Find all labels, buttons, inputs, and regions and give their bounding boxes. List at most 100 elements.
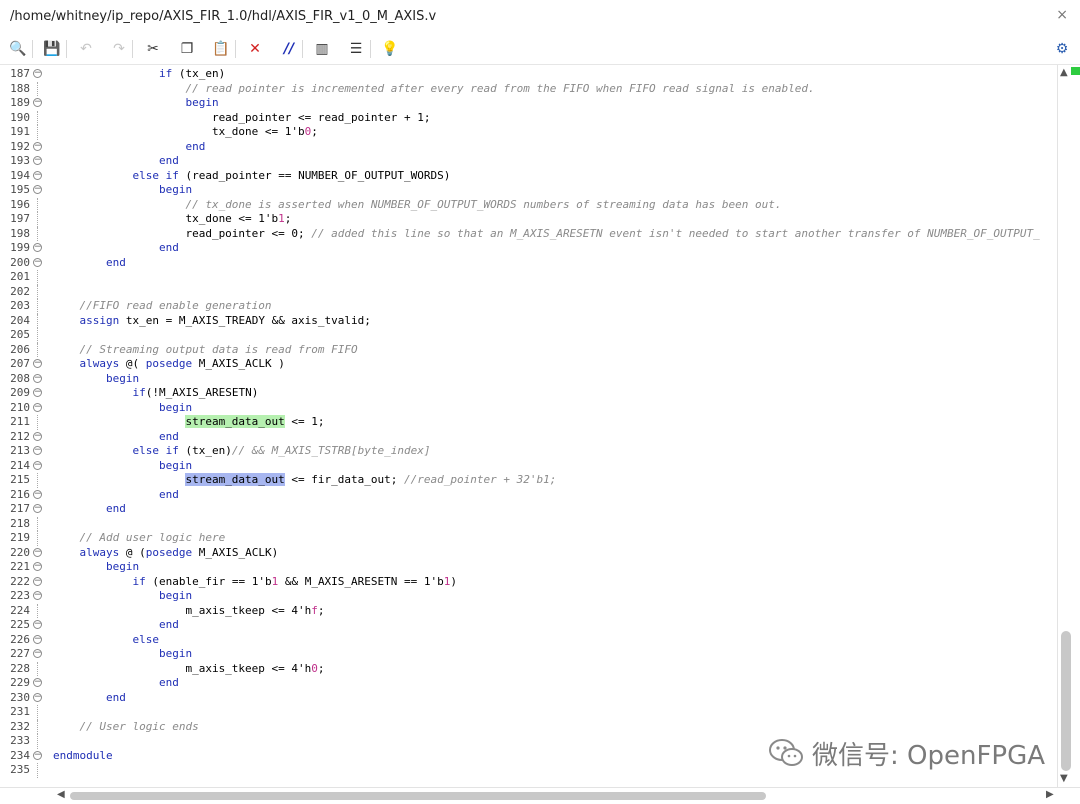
- code-text[interactable]: // read pointer is incremented after eve…: [53, 82, 814, 97]
- code-line[interactable]: 220− always @ (posedge M_AXIS_ACLK): [0, 546, 1056, 561]
- code-line[interactable]: 190 read_pointer <= read_pointer + 1;: [0, 110, 1056, 126]
- scroll-right-icon[interactable]: ▶: [1046, 789, 1054, 800]
- fold-collapse-icon[interactable]: −: [33, 591, 42, 600]
- code-line[interactable]: 223− begin: [0, 589, 1056, 604]
- close-icon[interactable]: ×: [1056, 7, 1068, 23]
- code-line[interactable]: 199− end: [0, 241, 1056, 256]
- paste-icon[interactable]: 📋: [209, 37, 233, 61]
- code-text[interactable]: begin: [53, 647, 192, 662]
- code-text[interactable]: assign tx_en = M_AXIS_TREADY && axis_tva…: [53, 314, 371, 329]
- undo-icon[interactable]: ↶: [74, 37, 98, 61]
- code-line[interactable]: 217− end: [0, 502, 1056, 517]
- code-text[interactable]: if (enable_fir == 1'b1 && M_AXIS_ARESETN…: [53, 575, 457, 590]
- fold-end-icon[interactable]: −: [33, 678, 42, 687]
- code-text[interactable]: end: [53, 488, 179, 503]
- horizontal-scroll-thumb[interactable]: [70, 792, 766, 800]
- code-line[interactable]: 208− begin: [0, 372, 1056, 387]
- code-line[interactable]: 195− begin: [0, 183, 1056, 198]
- code-line[interactable]: 194− else if (read_pointer == NUMBER_OF_…: [0, 169, 1056, 184]
- hint-icon[interactable]: 💡: [378, 37, 402, 61]
- cut-icon[interactable]: ✂: [141, 37, 165, 61]
- comment-icon[interactable]: //: [277, 37, 301, 61]
- settings-gear-icon[interactable]: ⚙: [1050, 37, 1074, 61]
- code-line[interactable]: 197 tx_done <= 1'b1;: [0, 212, 1056, 227]
- fold-end-icon[interactable]: −: [33, 750, 42, 760]
- code-line[interactable]: 202: [0, 284, 1056, 299]
- code-line[interactable]: 200− end: [0, 256, 1056, 271]
- code-text[interactable]: else if (tx_en)// && M_AXIS_TSTRB[byte_i…: [53, 444, 430, 459]
- fold-collapse-icon[interactable]: −: [33, 373, 42, 383]
- code-line[interactable]: 214− begin: [0, 459, 1056, 474]
- code-line[interactable]: 212− end: [0, 430, 1056, 445]
- fold-collapse-icon[interactable]: −: [33, 170, 42, 180]
- code-text[interactable]: end: [53, 676, 179, 691]
- code-text[interactable]: read_pointer <= read_pointer + 1;: [53, 111, 431, 126]
- code-line[interactable]: 222− if (enable_fir == 1'b1 && M_AXIS_AR…: [0, 575, 1056, 590]
- fold-end-icon[interactable]: −: [33, 257, 42, 267]
- code-text[interactable]: read_pointer <= 0; // added this line so…: [53, 227, 1039, 242]
- fold-end-icon[interactable]: −: [33, 243, 42, 252]
- code-line[interactable]: 196 // tx_done is asserted when NUMBER_O…: [0, 197, 1056, 213]
- code-text[interactable]: m_axis_tkeep <= 4'h0;: [53, 662, 324, 677]
- fold-collapse-icon[interactable]: −: [33, 359, 42, 368]
- copy-icon[interactable]: ❐: [175, 37, 199, 61]
- code-text[interactable]: begin: [53, 589, 192, 604]
- code-text[interactable]: end: [53, 241, 179, 256]
- code-text[interactable]: end: [53, 256, 126, 271]
- code-line[interactable]: 213− else if (tx_en)// && M_AXIS_TSTRB[b…: [0, 444, 1056, 459]
- code-text[interactable]: always @( posedge M_AXIS_ACLK ): [53, 357, 285, 372]
- fold-end-icon[interactable]: −: [33, 504, 42, 513]
- indent-icon[interactable]: ☰: [344, 37, 368, 61]
- code-line[interactable]: 230− end: [0, 691, 1056, 706]
- code-text[interactable]: end: [53, 154, 179, 169]
- code-line[interactable]: 227− begin: [0, 647, 1056, 662]
- fold-end-icon[interactable]: −: [33, 620, 42, 629]
- code-line[interactable]: 201: [0, 270, 1056, 285]
- code-text[interactable]: // tx_done is asserted when NUMBER_OF_OU…: [53, 198, 781, 213]
- fold-collapse-icon[interactable]: −: [33, 649, 42, 658]
- fold-collapse-icon[interactable]: −: [33, 98, 42, 107]
- code-line[interactable]: 218: [0, 516, 1056, 531]
- fold-collapse-icon[interactable]: −: [33, 446, 42, 455]
- code-line[interactable]: 216− end: [0, 488, 1056, 503]
- code-text[interactable]: end: [53, 140, 205, 155]
- code-line[interactable]: 193− end: [0, 154, 1056, 169]
- code-line[interactable]: 211 stream_data_out <= 1;: [0, 415, 1056, 430]
- code-text[interactable]: if(!M_AXIS_ARESETN): [53, 386, 258, 401]
- code-line[interactable]: 189− begin: [0, 96, 1056, 111]
- horizontal-scrollbar[interactable]: ◀ ▶: [0, 787, 1080, 804]
- code-text[interactable]: end: [53, 430, 179, 445]
- fold-collapse-icon[interactable]: −: [33, 402, 42, 412]
- redo-icon[interactable]: ↷: [107, 37, 131, 61]
- delete-icon[interactable]: ✕: [243, 37, 267, 61]
- scroll-down-icon[interactable]: ▼: [1060, 773, 1068, 784]
- code-line[interactable]: 191 tx_done <= 1'b0;: [0, 125, 1056, 140]
- search-icon[interactable]: 🔍: [6, 37, 30, 61]
- fold-end-icon[interactable]: −: [33, 489, 42, 499]
- code-editor[interactable]: 187− if (tx_en) 188 // read pointer is in…: [0, 65, 1056, 787]
- scroll-up-icon[interactable]: ▲: [1060, 67, 1068, 78]
- code-text[interactable]: end: [53, 502, 126, 517]
- code-text[interactable]: m_axis_tkeep <= 4'hf;: [53, 604, 324, 619]
- code-text[interactable]: begin: [53, 459, 192, 474]
- code-line[interactable]: 206 // Streaming output data is read fro…: [0, 342, 1056, 357]
- column-select-icon[interactable]: ▥: [310, 37, 334, 61]
- code-text[interactable]: begin: [53, 183, 192, 198]
- code-line[interactable]: 224 m_axis_tkeep <= 4'hf;: [0, 603, 1056, 619]
- code-text[interactable]: //FIFO read enable generation: [53, 299, 272, 314]
- code-text[interactable]: begin: [53, 560, 139, 575]
- code-line[interactable]: 215 stream_data_out <= fir_data_out; //r…: [0, 473, 1056, 488]
- code-text[interactable]: endmodule: [53, 749, 113, 764]
- code-line[interactable]: 225− end: [0, 618, 1056, 633]
- fold-collapse-icon[interactable]: −: [33, 547, 42, 557]
- code-line[interactable]: 228 m_axis_tkeep <= 4'h0;: [0, 661, 1056, 677]
- code-text[interactable]: stream_data_out <= fir_data_out; //read_…: [53, 473, 556, 488]
- code-text[interactable]: begin: [53, 372, 139, 387]
- code-text[interactable]: end: [53, 618, 179, 633]
- code-text[interactable]: else: [53, 633, 159, 648]
- code-line[interactable]: 231: [0, 705, 1056, 720]
- code-line[interactable]: 221− begin: [0, 560, 1056, 575]
- fold-collapse-icon[interactable]: −: [33, 185, 42, 194]
- fold-end-icon[interactable]: −: [33, 431, 42, 441]
- fold-collapse-icon[interactable]: −: [33, 576, 42, 586]
